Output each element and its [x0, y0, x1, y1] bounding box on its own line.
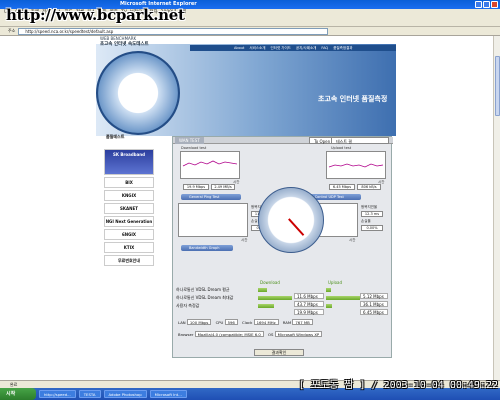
ping-right-loss-label: 왕복지연율: [361, 205, 378, 209]
result-upload-bar: [326, 287, 331, 292]
result-upload-value: 6.45 Mbps: [360, 309, 388, 315]
results-download-header: Download: [260, 280, 280, 285]
taskbar-item[interactable]: http://speed...: [39, 390, 76, 398]
result-download-value: 19.9 Mbps: [294, 309, 324, 315]
start-button[interactable]: 시작: [0, 388, 36, 400]
address-input[interactable]: http://speed.nca.or.kr/speedtest/default…: [18, 27, 329, 35]
page-content: WEB BENCHMARK 초고속 인터넷 속도테스트 About 서비스소개 …: [0, 36, 500, 380]
sidebar-logo[interactable]: KTIX: [104, 242, 154, 253]
download-value: 19.9 Mbps: [183, 184, 209, 190]
os-label: OS: [268, 332, 274, 337]
top-nav: About 서비스소개 인터넷 가이드 공지/사례소개 FAQ 품질측정결과: [190, 45, 396, 51]
brand-title: 초고속 인터넷 속도테스트: [100, 42, 149, 47]
sidebar-logo[interactable]: NGI Next Generation: [104, 216, 154, 227]
result-download-bar: [258, 295, 292, 300]
minimize-button[interactable]: [475, 1, 482, 8]
download-value-bytes: 2.49 MB/s: [211, 184, 235, 190]
browser-label: Browser: [178, 332, 194, 337]
result-row: 사용자 측정값 19.9 Mbps 6.45 Mbps: [176, 302, 388, 315]
bandwidth-graph-button[interactable]: Bandwidth Graph: [181, 245, 233, 251]
clock-value: 1694 MHz: [253, 319, 279, 325]
nav-item[interactable]: FAQ: [321, 45, 328, 51]
window-controls: [475, 1, 498, 8]
lan-value: 100 Mbps: [186, 319, 212, 325]
scrollbar-thumb[interactable]: [495, 56, 500, 116]
nav-item[interactable]: 인터넷 가이드: [270, 45, 290, 51]
ping-right-rate-value: 0.00%: [361, 225, 383, 231]
results-upload-header: Upload: [328, 280, 343, 285]
cpu-value: 596: [224, 319, 238, 325]
taskbar: 시작 http://speed... TESTA Adobe Photoshop…: [0, 380, 500, 400]
result-download-bar: [258, 287, 268, 292]
header-gauge-logo: [96, 51, 180, 135]
upload-chart: [326, 151, 386, 179]
clock-overlay: [ 포도동 짬 ] / 2003-10-04 00:49:22: [298, 380, 498, 391]
maximize-button[interactable]: [483, 1, 490, 8]
sidebar-title: 품질테스트: [106, 134, 125, 139]
ram-value: 767 MB: [292, 319, 313, 325]
taskbar-item[interactable]: Microsoft Int...: [149, 390, 187, 398]
ping-left-chart: [178, 203, 248, 237]
ping-right-rate-label: 손실율: [361, 219, 371, 223]
sidebar-logo[interactable]: 무료번호안내: [104, 255, 154, 266]
nav-item[interactable]: About: [234, 45, 244, 51]
nav-item[interactable]: 품질측정결과: [333, 45, 352, 51]
panel-tabs: WAN TEST To Open 테스트 결: [173, 137, 393, 144]
nav-item[interactable]: 공지/사례소개: [296, 45, 317, 51]
clock-label: Clock: [242, 320, 253, 325]
site-brand[interactable]: WEB BENCHMARK 초고속 인터넷 속도테스트: [100, 36, 149, 47]
ping-right-xlabel: 시간: [349, 238, 356, 242]
vertical-scrollbar[interactable]: [493, 36, 500, 380]
sidebar-logo[interactable]: SK Broadband: [104, 149, 154, 175]
ping-right-loss-value: 12.3 ms: [361, 211, 383, 217]
upload-value: 6.45 Mbps: [329, 184, 355, 190]
tab-wan-test[interactable]: WAN TEST: [175, 137, 204, 144]
taskbar-item[interactable]: TESTA: [78, 390, 101, 398]
download-chart: [180, 151, 240, 179]
nav-item[interactable]: 서비스소개: [249, 45, 265, 51]
result-label: 사용자 측정값: [176, 303, 200, 308]
result-upload-bar: [326, 303, 333, 308]
cpu-label: CPU: [215, 320, 224, 325]
os-value: Microsoft Windows XP: [274, 331, 323, 337]
upload-chart-svg: [328, 163, 384, 168]
upload-value-bytes: 806 kB/s: [357, 184, 381, 190]
result-upload-bar: [326, 295, 360, 300]
sidebar-logo[interactable]: SKANET: [104, 203, 154, 214]
tab-results[interactable]: 테스트 결: [331, 137, 389, 144]
close-button[interactable]: [491, 1, 498, 8]
upload-label: Upload test: [331, 146, 352, 150]
system-info-row: LAN 100 Mbps CPU 596 Clock 1694 MHz RAM …: [178, 319, 316, 326]
result-download-bar: [258, 303, 274, 308]
speed-gauge: [258, 187, 324, 253]
taskbar-item[interactable]: Adobe Photoshop: [103, 390, 147, 398]
lan-label: LAN: [178, 320, 186, 325]
sidebar-logo[interactable]: BIX: [104, 177, 154, 188]
result-confirm-button[interactable]: 결과확인: [254, 349, 304, 356]
address-label: 주소: [8, 28, 16, 33]
ram-label: RAM: [282, 320, 292, 325]
browser-value: Mozilla/4.0 (compatible; MSIE 6.0: [194, 331, 264, 337]
sidebar-logo[interactable]: KNGIX: [104, 190, 154, 201]
sidebar: 품질테스트 SK Broadband BIX KNGIX SKANET NGI …: [104, 134, 158, 268]
result-label: 하나로통신 VDSL Dream 평균: [176, 287, 230, 292]
result-label: 하나로통신 VDSL Dream 최대값: [176, 295, 234, 300]
watermark-url: http://www.bcpark.net: [6, 6, 185, 24]
address-bar: 주소 http://speed.nca.or.kr/speedtest/defa…: [0, 27, 500, 36]
general-ping-button[interactable]: General Ping Test: [181, 194, 241, 200]
banner-title: 초고속 인터넷 품질측정: [318, 95, 388, 103]
browser-info-row: Browser Mozilla/4.0 (compatible; MSIE 6.…: [178, 331, 325, 338]
result-row: 하나로통신 VDSL Dream 평균 11.6 Mbps 5.12 Mbps: [176, 286, 388, 299]
sidebar-logo[interactable]: 6NGIX: [104, 229, 154, 240]
ping-left-xlabel: 시간: [241, 238, 248, 242]
gauge-needle: [288, 218, 305, 236]
status-text: 완료: [10, 382, 18, 387]
results-header: Download Upload: [176, 279, 388, 286]
download-label: Download test: [181, 146, 207, 150]
download-chart-svg: [182, 160, 238, 167]
result-row: 하나로통신 VDSL Dream 최대값 43.7 Mbps 36.1 Mbps: [176, 294, 388, 307]
